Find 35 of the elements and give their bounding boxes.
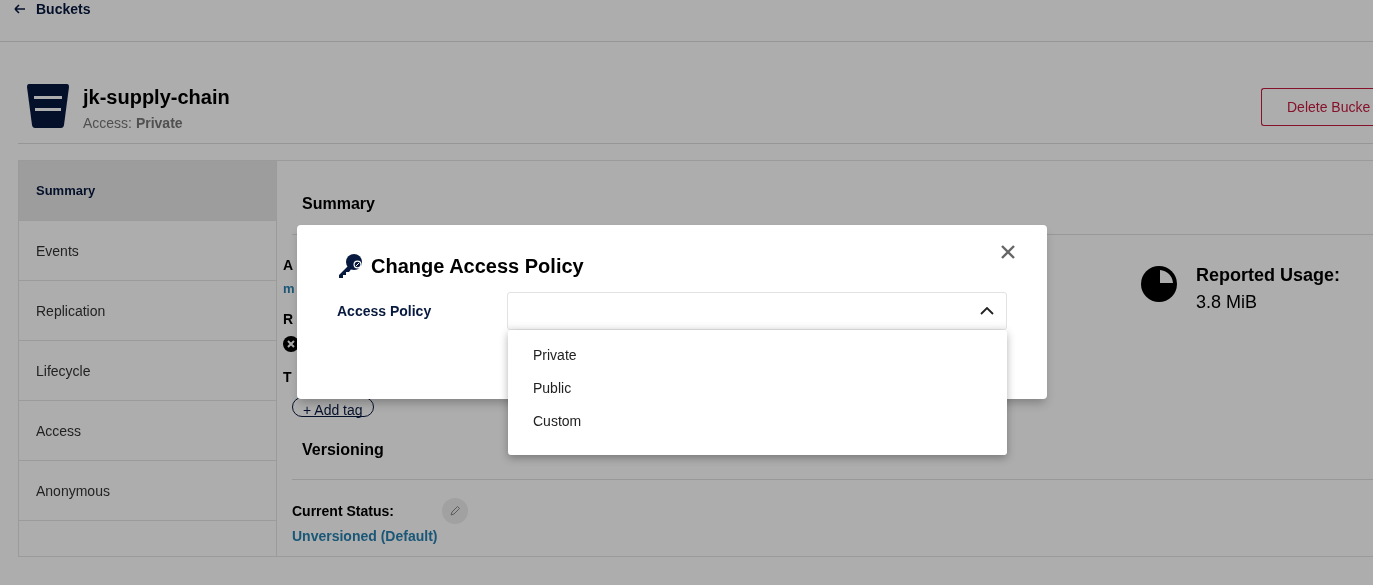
close-button[interactable] [999,243,1017,261]
delete-button[interactable]: Delete Bucke [1261,88,1373,126]
access-status: Access: Private [83,115,184,131]
caret-icon [980,307,994,315]
bucket-name: jk-supply-chain [83,86,230,109]
back-arrow-icon [14,4,26,14]
field-label: T [283,369,292,387]
sidebar-item[interactable]: Anonymous [19,461,276,521]
sidebar-item[interactable]: Lifecycle [19,341,276,401]
back-link[interactable]: Buckets [14,2,91,16]
field-label: Access Policy [337,303,433,319]
select-field[interactable] [507,292,1007,330]
status-label: Current Status: [292,503,395,519]
usage-value: 3.8 MiB [1196,292,1259,313]
pencil-icon [449,505,461,517]
dialog-title: Change Access Policy [371,254,584,278]
dropdown-option[interactable]: Public [508,379,1007,412]
dropdown-option[interactable]: Private [508,346,1007,379]
field-label: R [283,311,294,329]
dropdown-option[interactable]: Custom [508,412,1007,445]
status-value[interactable]: Unversioned (Default) [292,528,1373,544]
edit-button[interactable] [442,498,468,524]
key-icon [337,253,363,279]
sidebar-item[interactable]: Access [19,401,276,461]
sidebar-item[interactable]: Events [19,221,276,281]
section-title: Summary [301,194,376,214]
section-title: Versioning [301,441,385,460]
field-label: A [283,257,294,275]
sidebar-item[interactable]: Replication [19,281,276,341]
pie-icon [1140,265,1178,303]
usage-label: Reported Usage: [1196,265,1341,286]
add-tag-button[interactable]: + Add tag [292,397,374,417]
link-text[interactable]: m [283,281,295,297]
sidebar-item[interactable]: Summary [19,161,276,221]
bucket-icon [27,84,69,128]
